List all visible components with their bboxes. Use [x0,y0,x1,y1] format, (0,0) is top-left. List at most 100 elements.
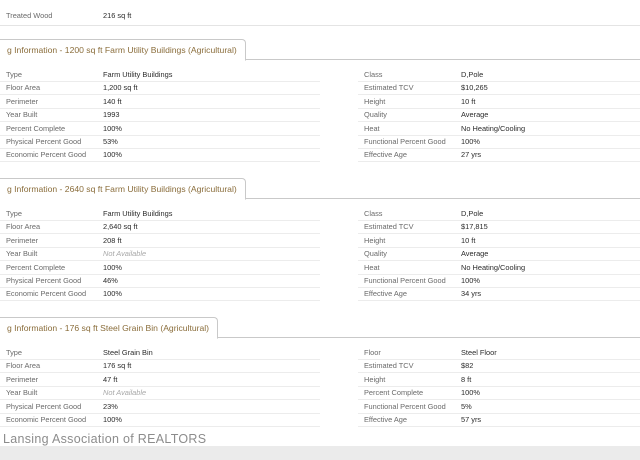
mls-watermark: Lansing Association of REALTORS [3,432,207,446]
detail-row: Estimated TCV $10,265 [358,81,640,96]
detail-value: Steel Floor [461,348,497,357]
detail-row: Percent Complete 100% [0,261,320,275]
detail-row: Perimeter 208 ft [0,234,320,248]
detail-label: Height [364,374,386,384]
detail-label: Type [6,209,23,218]
detail-value: 1,200 sq ft [103,83,138,93]
detail-label: Type [6,348,23,357]
detail-row: Height 10 ft [358,234,640,248]
detail-label: Percent Complete [6,262,66,272]
detail-label: Percent Complete [364,388,424,398]
detail-label: Height [364,96,386,106]
detail-row: Physical Percent Good 46% [0,274,320,288]
detail-value: D,Pole [461,70,484,79]
detail-row: Floor Area 2,640 sq ft [0,220,320,235]
detail-value: 208 ft [103,235,122,245]
detail-row: Economic Percent Good 100% [0,148,320,163]
detail-row: Type Farm Utility Buildings [0,207,320,221]
detail-label: Quality [364,110,388,120]
detail-value: 57 yrs [461,415,482,424]
top-detail-row: Treated Wood 216 sq ft [0,8,640,26]
detail-value: D,Pole [461,209,484,218]
detail-label: Estimated TCV [364,83,414,93]
detail-label: Year Built [6,249,38,259]
section-title-tab[interactable]: g Information - 2640 sq ft Farm Utility … [0,178,246,200]
detail-label: Percent Complete [6,123,66,133]
section-header: g Information - 2640 sq ft Farm Utility … [0,178,640,200]
detail-value: 46% [103,276,118,285]
detail-value: 2,640 sq ft [103,222,138,232]
detail-value: 216 sq ft [103,11,132,20]
detail-value: 34 yrs [461,289,482,299]
section-header: g Information - 1200 sq ft Farm Utility … [0,39,640,61]
detail-row: Quality Average [358,108,640,123]
detail-label: Perimeter [6,96,39,106]
detail-value: 100% [461,276,480,285]
detail-row: Floor Area 1,200 sq ft [0,81,320,96]
detail-row: Year Built 1993 [0,108,320,123]
detail-label: Economic Percent Good [6,415,87,424]
detail-label: Floor Area [6,222,41,232]
detail-label: Height [364,235,386,245]
detail-label: Class [364,209,383,218]
detail-value: 140 ft [103,96,122,106]
detail-label: Year Built [6,110,38,120]
detail-value: Farm Utility Buildings [103,209,173,218]
detail-value: 10 ft [461,235,476,245]
detail-value: $17,815 [461,222,488,232]
detail-value: 100% [103,123,122,133]
detail-value: Average [461,249,489,259]
section-title-tab[interactable]: g Information - 176 sq ft Steel Grain Bi… [0,317,219,339]
section-header: g Information - 176 sq ft Steel Grain Bi… [0,317,640,339]
detail-label: Functional Percent Good [364,137,446,146]
detail-value: No Heating/Cooling [461,123,526,133]
detail-label: Treated Wood [6,11,53,20]
detail-label: Heat [364,123,380,133]
detail-row: Economic Percent Good 100% [0,287,320,302]
detail-row: Class D,Pole [358,68,640,82]
detail-row: Percent Complete 100% [0,122,320,136]
detail-value: 176 sq ft [103,361,132,371]
detail-row: Functional Percent Good 5% [358,400,640,414]
section-title-tab[interactable]: g Information - 1200 sq ft Farm Utility … [0,39,246,61]
detail-row: Year Built Not Available [0,247,320,262]
detail-row: Effective Age 27 yrs [358,148,640,163]
detail-label: Quality [364,249,388,259]
detail-row: Heat No Heating/Cooling [358,261,640,275]
detail-row: Effective Age 57 yrs [358,413,640,427]
detail-value: 47 ft [103,374,118,384]
detail-value: 100% [461,137,480,146]
detail-label: Functional Percent Good [364,401,446,411]
detail-label: Perimeter [6,374,39,384]
detail-value: Steel Grain Bin [103,348,153,357]
detail-label: Perimeter [6,235,39,245]
detail-row: Type Farm Utility Buildings [0,68,320,82]
detail-label: Estimated TCV [364,222,414,232]
detail-value: 5% [461,401,472,411]
detail-value: Not Available [103,388,147,398]
detail-label: Physical Percent Good [6,137,82,146]
detail-row: Economic Percent Good 100% [0,413,320,427]
detail-row: Floor Area 176 sq ft [0,359,320,374]
detail-row: Estimated TCV $82 [358,359,640,374]
detail-row: Perimeter 140 ft [0,95,320,109]
detail-row: Type Steel Grain Bin [0,346,320,360]
detail-row: Perimeter 47 ft [0,373,320,387]
detail-row: Height 10 ft [358,95,640,109]
detail-value: 1993 [103,110,120,120]
detail-row: Heat No Heating/Cooling [358,122,640,136]
detail-label: Effective Age [364,415,408,424]
detail-label: Physical Percent Good [6,401,82,411]
detail-row: Functional Percent Good 100% [358,135,640,149]
detail-label: Economic Percent Good [6,289,87,299]
detail-row: Quality Average [358,247,640,262]
detail-label: Year Built [6,388,38,398]
detail-label: Effective Age [364,289,408,299]
detail-label: Floor Area [6,361,41,371]
detail-value: No Heating/Cooling [461,262,526,272]
detail-label: Estimated TCV [364,361,414,371]
detail-label: Heat [364,262,380,272]
detail-value: 27 yrs [461,150,482,160]
detail-row: Year Built Not Available [0,386,320,401]
detail-label: Physical Percent Good [6,276,82,285]
